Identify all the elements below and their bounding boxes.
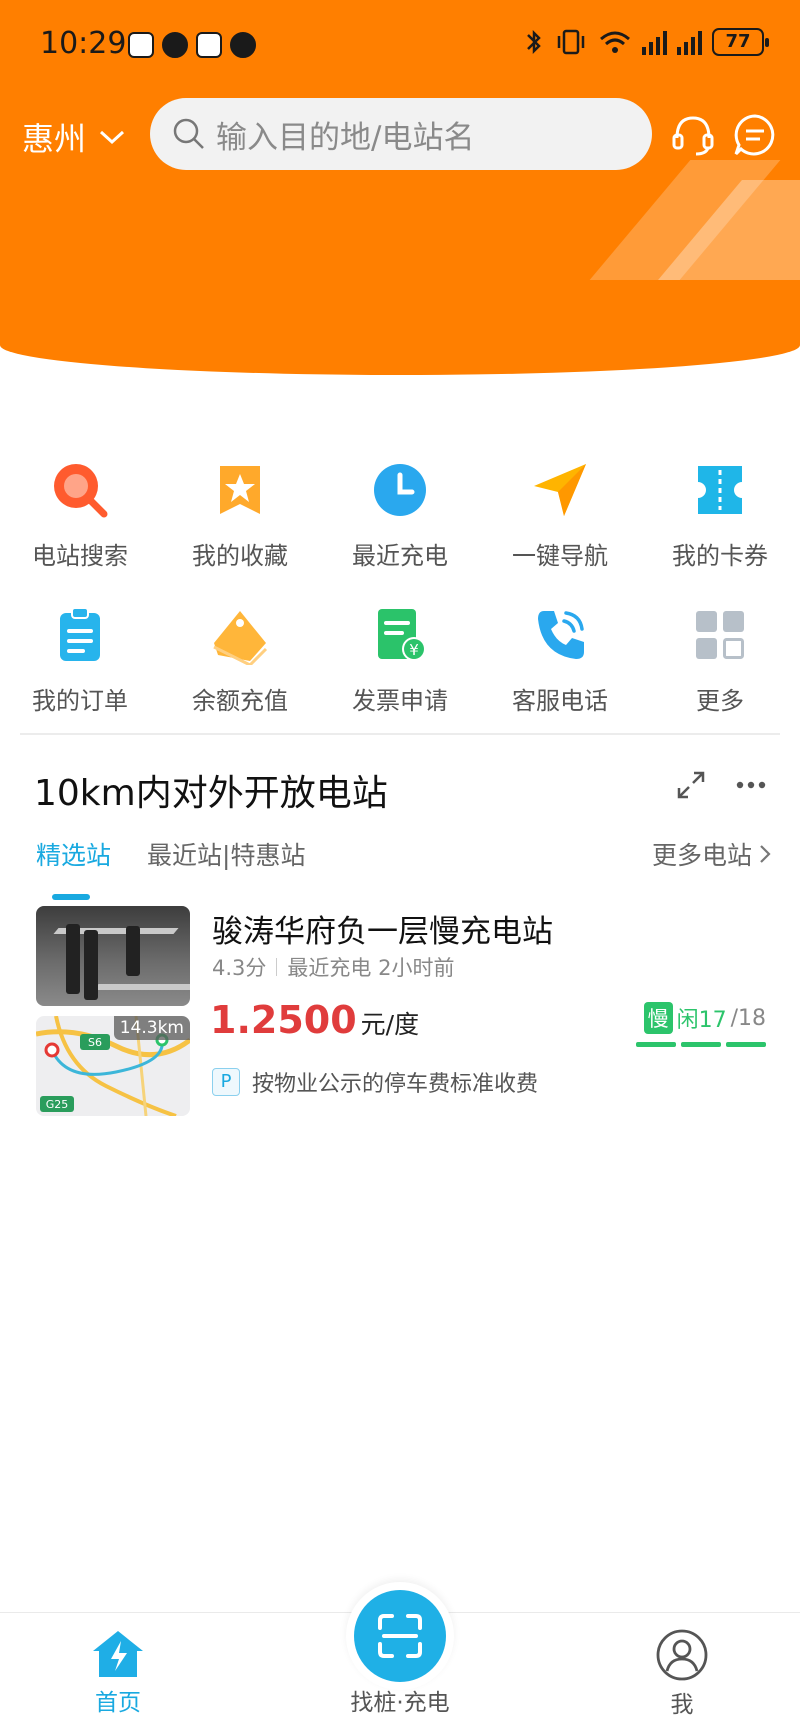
parking-info: P 按物业公示的停车费标准收费 — [212, 1066, 538, 1098]
map-label-g25: G25 — [46, 1098, 69, 1111]
map-label-s6: S6 — [88, 1036, 102, 1049]
expand-icon[interactable] — [676, 770, 706, 800]
scan-charge-button[interactable] — [346, 1582, 454, 1690]
menu-coupons[interactable]: 我的卡券 — [640, 460, 800, 605]
menu-label: 我的订单 — [32, 687, 128, 715]
nav-me-label: 我 — [670, 1692, 694, 1718]
price-unit: 元/度 — [360, 1010, 420, 1039]
quick-menu: 电站搜索 我的收藏 最近充电 一键导航 我的卡券 我的订单 余额充值 ¥ 发票申… — [0, 460, 800, 750]
menu-top-up[interactable]: 余额充值 — [160, 605, 320, 750]
station-name: 骏涛华府负一层慢充电站 — [212, 914, 553, 950]
tag-icon — [213, 611, 268, 665]
clipboard-icon — [60, 607, 100, 661]
bluetooth-icon — [527, 29, 541, 55]
slow-charge-badge: 慢 — [643, 1002, 673, 1034]
slow-charger-status: 慢 闲17 /18 — [643, 1002, 766, 1034]
chevron-right-icon — [760, 845, 771, 863]
parking-text: 按物业公示的停车费标准收费 — [252, 1072, 539, 1097]
tab-nearest-discount[interactable]: 最近站|特惠站 — [147, 836, 305, 872]
more-stations-label: 更多电站 — [651, 841, 752, 870]
invoice-icon: ¥ — [378, 609, 426, 661]
svg-text:¥: ¥ — [409, 641, 419, 659]
menu-more[interactable]: 更多 — [640, 605, 800, 750]
scan-button-circle — [354, 1590, 446, 1682]
meta-separator — [276, 958, 278, 976]
nav-home[interactable]: 首页 — [38, 1629, 198, 1717]
menu-recent-charging[interactable]: 最近充电 — [320, 460, 480, 605]
menu-invoice[interactable]: ¥ 发票申请 — [320, 605, 480, 750]
station-map-thumbnail: S6 G25 14.3km — [36, 1016, 190, 1116]
menu-label: 客服电话 — [512, 687, 608, 715]
menu-navigation[interactable]: 一键导航 — [480, 460, 640, 605]
menu-label: 余额充值 — [192, 687, 288, 715]
city-label: 惠州 — [22, 120, 87, 158]
station-photo — [36, 906, 190, 1006]
search-icon — [173, 118, 204, 149]
idle-count: 闲17 — [676, 1008, 727, 1033]
parking-icon: P — [212, 1068, 240, 1096]
more-options-icon[interactable] — [736, 780, 766, 790]
more-stations-link[interactable]: 更多电站 — [652, 836, 772, 872]
nfc-icon — [196, 32, 222, 58]
grid-icon — [696, 611, 744, 659]
nav-me[interactable]: 我 — [602, 1629, 762, 1719]
message-app-icon — [128, 32, 154, 58]
menu-favorites[interactable]: 我的收藏 — [160, 460, 320, 605]
star-icon — [220, 466, 260, 514]
search-placeholder: 输入目的地/电站名 — [216, 119, 475, 156]
status-bar: 10:29 77 — [0, 0, 800, 90]
vibrate-icon — [557, 29, 585, 55]
menu-station-search[interactable]: 电站搜索 — [0, 460, 160, 605]
menu-label: 我的收藏 — [192, 542, 288, 570]
section-actions — [676, 770, 766, 800]
ticket-icon — [698, 466, 742, 514]
system-icons: 77 — [524, 28, 769, 56]
section-title: 10km内对外开放电站 — [34, 773, 388, 814]
clock-icon — [374, 464, 426, 516]
alarm-icon — [230, 32, 256, 58]
menu-orders[interactable]: 我的订单 — [0, 605, 160, 750]
navigate-icon — [534, 464, 586, 516]
menu-label: 电站搜索 — [32, 542, 128, 570]
menu-label: 一键导航 — [512, 542, 608, 570]
nav-home-label: 首页 — [95, 1690, 141, 1716]
search-input[interactable]: 输入目的地/电站名 — [150, 98, 652, 170]
tab-featured[interactable]: 精选站 — [36, 836, 111, 900]
station-price: 1.2500 元/度 — [210, 998, 419, 1042]
price-value: 1.2500 — [210, 998, 357, 1042]
station-meta: 4.3分 最近充电 2小时前 — [212, 952, 454, 982]
home-icon — [93, 1631, 143, 1677]
wifi-icon — [600, 31, 630, 53]
station-tabs: 精选站 最近站|特惠站 — [36, 836, 305, 900]
station-last-charge: 最近充电 2小时前 — [287, 956, 455, 980]
phone-icon — [538, 611, 584, 659]
menu-label: 我的卡券 — [672, 542, 768, 570]
menu-label: 发票申请 — [352, 687, 448, 715]
customer-service-icon[interactable] — [670, 112, 716, 158]
divider — [20, 733, 780, 735]
availability-bar — [636, 1042, 766, 1047]
signal-icon-2 — [677, 29, 702, 55]
scan-icon — [378, 1614, 422, 1658]
battery-icon: 77 — [712, 28, 769, 56]
user-icon — [656, 1629, 708, 1681]
signal-icon-1 — [642, 29, 667, 55]
message-icon[interactable] — [732, 112, 778, 158]
notification-icons — [128, 32, 256, 58]
status-time: 10:29 — [40, 26, 127, 61]
station-rating: 4.3分 — [212, 956, 267, 980]
menu-customer-phone[interactable]: 客服电话 — [480, 605, 640, 750]
search-icon — [54, 464, 108, 518]
station-card[interactable]: S6 G25 14.3km 骏涛华府负一层慢充电站 4.3分 最近充电 2小时前… — [36, 906, 766, 1116]
menu-label: 最近充电 — [352, 542, 448, 570]
menu-label: 更多 — [696, 687, 744, 715]
total-count: /18 — [730, 1005, 766, 1031]
distance-badge: 14.3km — [113, 1016, 190, 1040]
qq-app-icon — [162, 32, 188, 58]
city-selector[interactable]: 惠州 — [22, 114, 126, 160]
chevron-down-icon — [100, 130, 125, 145]
